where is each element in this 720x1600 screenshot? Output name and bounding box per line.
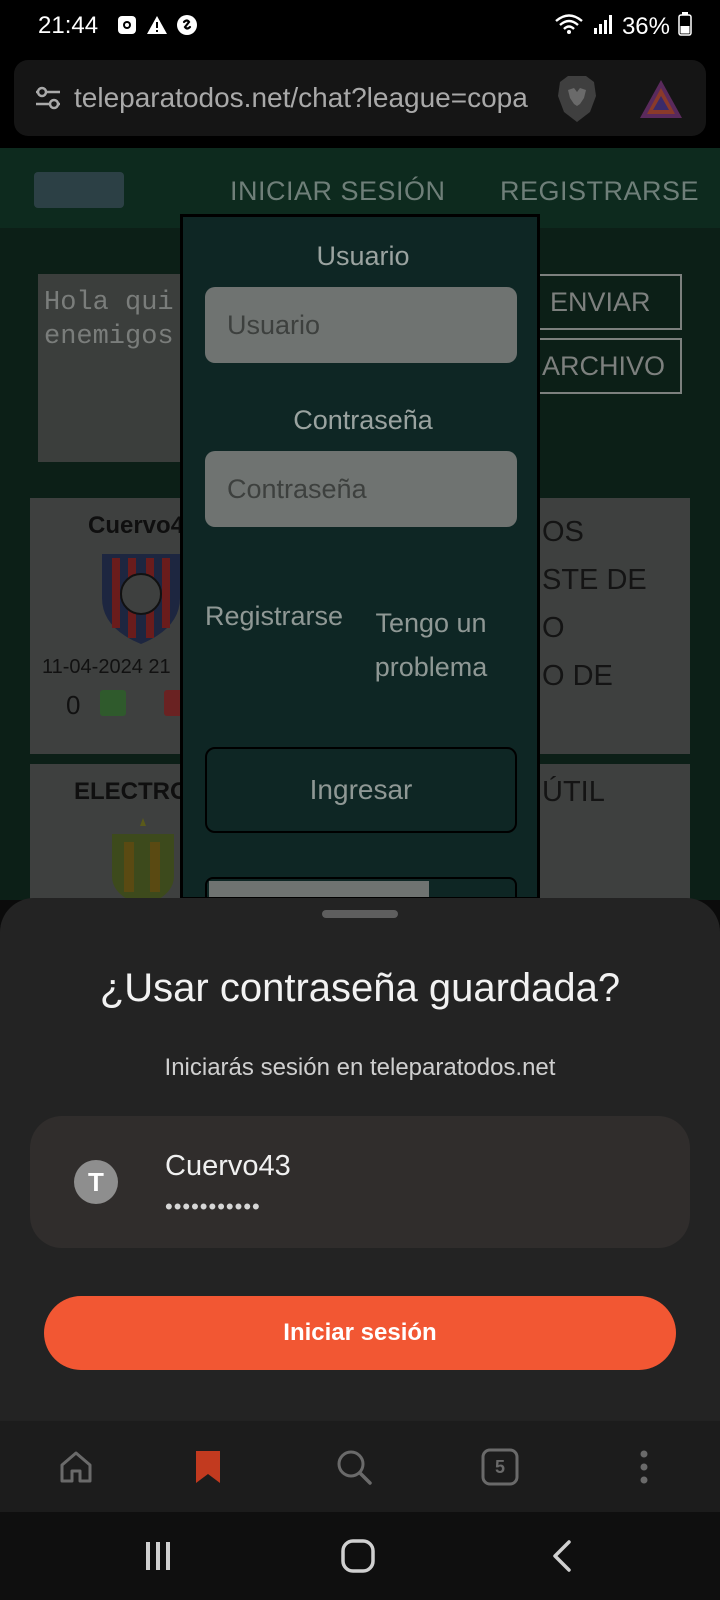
- browser-toolbar: 5: [0, 1420, 720, 1512]
- status-bar: 21:44 36%: [0, 0, 720, 52]
- warning-icon: [146, 14, 168, 36]
- address-bar[interactable]: teleparatodos.net/chat?league=copa: [14, 60, 706, 136]
- recent-apps-icon[interactable]: [136, 1534, 180, 1578]
- post-date: 11-04-2024 21: [42, 656, 171, 678]
- club-crest-icon: [110, 816, 176, 900]
- post-text: OS STE DE O O DE: [542, 516, 647, 692]
- club-crest-icon: [98, 548, 184, 646]
- avatar: T: [74, 1160, 118, 1204]
- google-signin-button[interactable]: [205, 877, 517, 897]
- browser-address-area: teleparatodos.net/chat?league=copa: [0, 52, 720, 148]
- more-icon[interactable]: [622, 1445, 666, 1489]
- chat-message-input[interactable]: Hola qui enemigos: [38, 274, 198, 462]
- signal-icon: [592, 13, 614, 40]
- home-button-icon[interactable]: [336, 1534, 380, 1578]
- system-status-icons: 36%: [554, 12, 692, 41]
- login-submit-button[interactable]: Ingresar: [205, 747, 517, 833]
- post-author[interactable]: ELECTRO: [74, 778, 189, 806]
- notification-icons: [116, 14, 198, 36]
- system-navigation-bar: [0, 1512, 720, 1600]
- register-link[interactable]: Registrarse: [205, 601, 343, 632]
- brave-shields-icon[interactable]: [554, 74, 600, 124]
- tabs-icon[interactable]: 5: [478, 1445, 522, 1489]
- search-icon[interactable]: [332, 1445, 376, 1489]
- username-field[interactable]: [205, 287, 517, 363]
- site-logo[interactable]: [34, 172, 124, 208]
- wifi-icon: [554, 13, 584, 40]
- problem-link[interactable]: Tengo un problema: [369, 601, 493, 689]
- sheet-drag-handle[interactable]: [322, 910, 398, 918]
- shazam-icon: [176, 14, 198, 36]
- send-button[interactable]: ENVIAR: [536, 274, 682, 330]
- password-label: Contraseña: [293, 405, 433, 435]
- site-settings-icon[interactable]: [32, 82, 64, 114]
- website-content: INICIAR SESIÓN REGISTRARSE Hola qui enem…: [0, 148, 720, 900]
- sheet-subtitle: Iniciarás sesión en teleparatodos.net: [164, 1054, 556, 1081]
- thumbs-up-icon[interactable]: [100, 690, 126, 716]
- like-count: 0: [66, 690, 81, 720]
- battery-icon: [678, 12, 692, 41]
- nav-login-link[interactable]: INICIAR SESIÓN: [230, 176, 446, 207]
- chat-message-text: Hola qui enemigos: [44, 288, 174, 352]
- status-time: 21:44: [38, 12, 99, 39]
- brave-rewards-icon[interactable]: [638, 76, 684, 122]
- tab-count: 5: [494, 1456, 505, 1477]
- username-label: Usuario: [316, 241, 410, 271]
- saved-password-sheet: ¿Usar contraseña guardada? Iniciarás ses…: [0, 898, 720, 1420]
- url-text[interactable]: teleparatodos.net/chat?league=copa: [74, 82, 550, 114]
- account-username: Cuervo43: [165, 1150, 291, 1182]
- battery-percentage: 36%: [621, 12, 670, 40]
- post-text: ÚTIL: [542, 776, 605, 808]
- bookmark-icon[interactable]: [186, 1445, 230, 1489]
- sign-in-button[interactable]: Iniciar sesión: [44, 1296, 676, 1370]
- saved-account-card[interactable]: T Cuervo43 •••••••••••: [30, 1116, 690, 1248]
- login-modal: Usuario Contraseña Registrarse Tengo un …: [180, 214, 540, 900]
- back-icon[interactable]: [540, 1534, 584, 1578]
- attach-file-button[interactable]: ARCHIVO: [536, 338, 682, 394]
- home-icon[interactable]: [54, 1445, 98, 1489]
- app-notification-icon: [116, 14, 138, 36]
- post-author[interactable]: Cuervo4: [88, 512, 184, 540]
- password-field[interactable]: [205, 451, 517, 527]
- sheet-title: ¿Usar contraseña guardada?: [99, 966, 621, 1010]
- nav-register-link[interactable]: REGISTRARSE: [500, 176, 699, 207]
- account-password-mask: •••••••••••: [165, 1194, 261, 1219]
